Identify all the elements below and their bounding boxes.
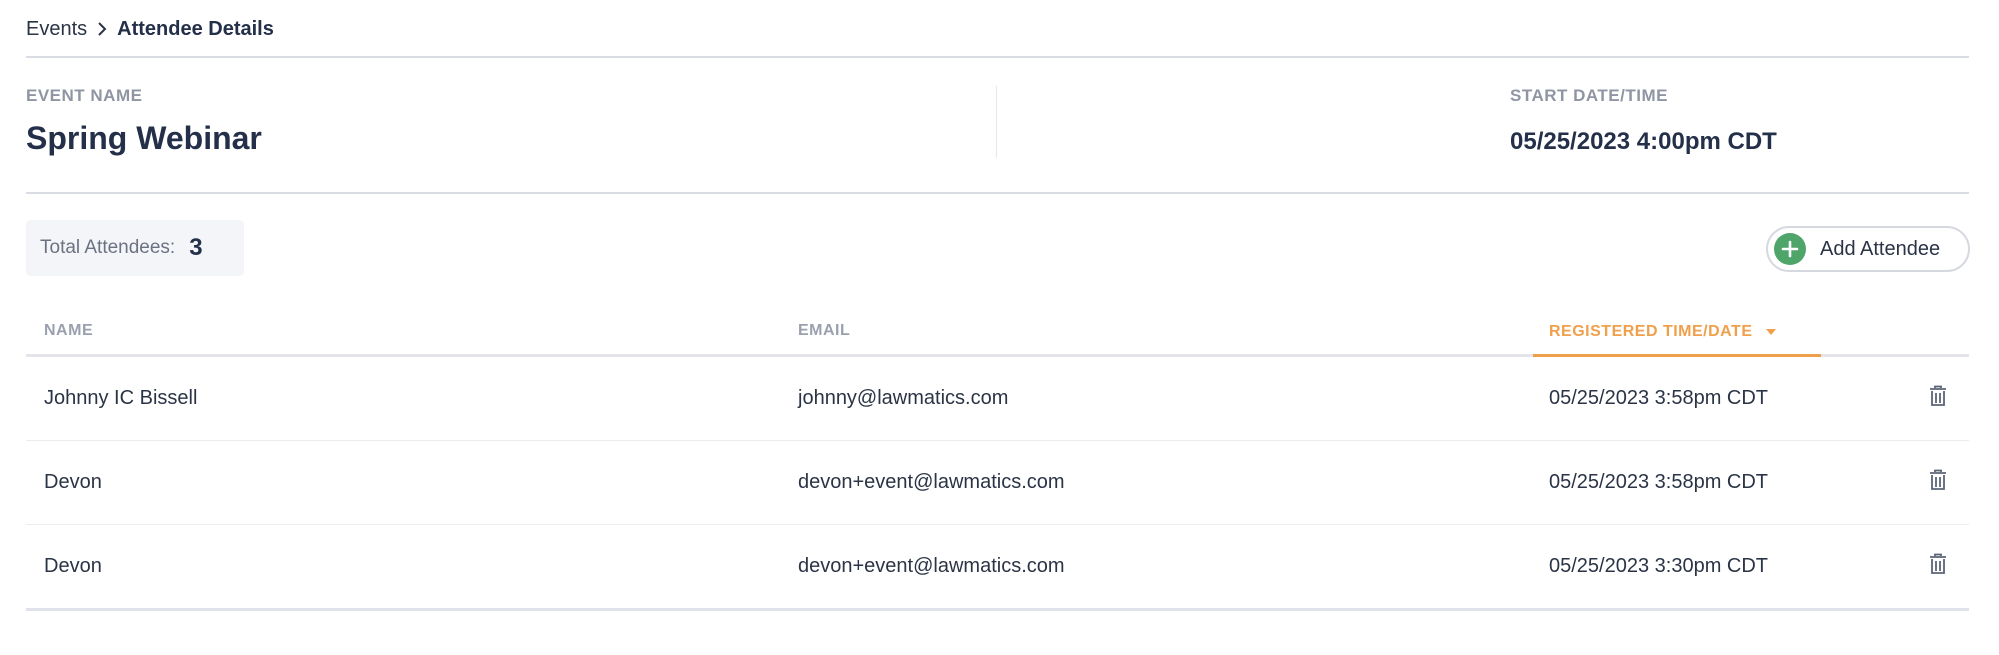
total-attendees-count: 3 <box>189 234 203 261</box>
table-row: Johnny IC Bissell johnny@lawmatics.com 0… <box>26 357 1969 441</box>
trash-icon[interactable] <box>1928 469 1948 491</box>
breadcrumb-current: Attendee Details <box>117 17 274 40</box>
add-attendee-label: Add Attendee <box>1820 237 1941 260</box>
table-row: Devon devon+event@lawmatics.com 05/25/20… <box>26 525 1969 611</box>
start-datetime-label: START DATE/TIME <box>1510 86 1668 105</box>
trash-icon[interactable] <box>1928 553 1948 575</box>
attendee-email: johnny@lawmatics.com <box>798 387 1009 409</box>
total-attendees-label: Total Attendees: <box>40 237 176 258</box>
plus-circle-icon <box>1774 233 1806 265</box>
column-header-registered-label: REGISTERED TIME/DATE <box>1549 323 1753 340</box>
column-header-name[interactable]: NAME <box>44 322 93 340</box>
start-datetime-value: 05/25/2023 4:00pm CDT <box>1510 128 1777 155</box>
attendee-registered: 05/25/2023 3:30pm CDT <box>1549 555 1769 577</box>
total-attendees-badge: Total Attendees: 3 <box>26 220 244 276</box>
add-attendee-button[interactable]: Add Attendee <box>1766 226 1970 272</box>
attendee-email: devon+event@lawmatics.com <box>798 471 1065 493</box>
chevron-right-icon <box>97 21 107 37</box>
attendee-email: devon+event@lawmatics.com <box>798 555 1065 577</box>
attendees-table: NAME EMAIL REGISTERED TIME/DATE Johnny I… <box>26 310 1969 611</box>
attendee-name: Devon <box>44 555 102 577</box>
breadcrumb-events-link[interactable]: Events <box>26 18 87 41</box>
event-name-label: EVENT NAME <box>26 86 143 105</box>
info-divider-bottom <box>26 192 1969 194</box>
attendee-registered: 05/25/2023 3:58pm CDT <box>1549 387 1769 409</box>
header-divider <box>26 56 1969 58</box>
info-divider <box>996 86 997 158</box>
table-row: Devon devon+event@lawmatics.com 05/25/20… <box>26 441 1969 525</box>
event-name: Spring Webinar <box>26 120 262 156</box>
breadcrumb: Events Attendee Details <box>26 16 274 42</box>
table-header: NAME EMAIL REGISTERED TIME/DATE <box>26 310 1969 357</box>
trash-icon[interactable] <box>1928 385 1948 407</box>
attendee-name: Johnny IC Bissell <box>44 387 198 409</box>
column-header-email[interactable]: EMAIL <box>798 322 850 340</box>
column-header-registered[interactable]: REGISTERED TIME/DATE <box>1533 310 1821 354</box>
attendee-name: Devon <box>44 471 102 493</box>
attendee-registered: 05/25/2023 3:58pm CDT <box>1549 471 1769 493</box>
caret-down-icon <box>1765 328 1777 336</box>
